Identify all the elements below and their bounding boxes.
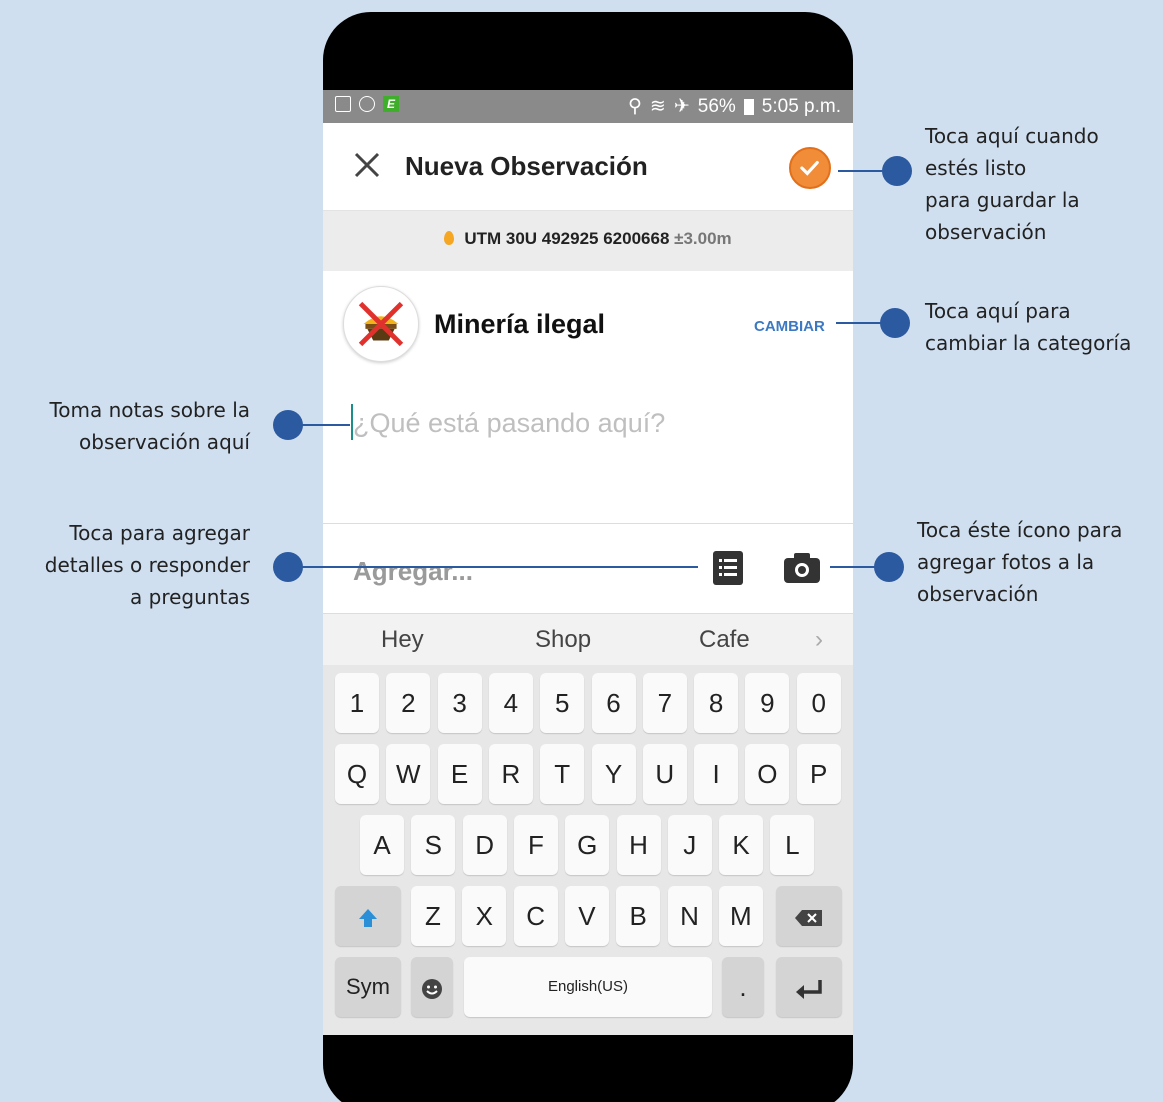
gallery-icon [335,96,351,112]
key-x[interactable]: X [462,886,507,946]
location-coords: UTM 30U 492925 6200668 [464,229,670,248]
key-m[interactable]: M [718,886,763,946]
location-status-icon: ⚲ [627,96,642,117]
key-i[interactable]: I [694,744,739,804]
backspace-key[interactable] [776,886,842,946]
location-accuracy: ±3.00m [674,229,732,248]
key-t[interactable]: T [540,744,585,804]
annotation-dot [880,308,910,338]
key-o[interactable]: O [745,744,790,804]
emoji-icon [422,979,442,1000]
keyboard: 1234567890 QWERTYUIOP ASDFGHJKL ZXCVBNM [323,665,853,1035]
notes-input[interactable]: ¿Qué está pasando aquí? [353,408,665,439]
key-l[interactable]: L [770,815,815,875]
annotation-dot [273,552,303,582]
space-key[interactable]: English(US) [464,957,712,1017]
location-bar: UTM 30U 492925 6200668 ±3.00m [323,211,853,271]
suggestion-2[interactable]: Shop [535,626,591,654]
camera-icon[interactable] [783,552,821,584]
category-name: Minería ilegal [434,309,606,339]
shift-key[interactable] [335,886,401,946]
status-bar: E ⚲ ≋ ✈ 56% 5:05 p.m. [323,90,853,123]
key-f[interactable]: F [513,815,558,875]
annotation-save: Toca aquí cuando estés listo para guarda… [925,124,1099,244]
keyboard-row-bottom: Sym English(US) . [323,957,853,1017]
key-0[interactable]: 0 [796,673,841,733]
key-d[interactable]: D [462,815,507,875]
details-list-icon[interactable] [713,551,743,585]
key-r[interactable]: R [488,744,533,804]
key-b[interactable]: B [616,886,661,946]
key-u[interactable]: U [642,744,687,804]
sync-icon [359,96,375,112]
check-icon [800,160,819,176]
key-1[interactable]: 1 [335,673,379,733]
key-8[interactable]: 8 [694,673,739,733]
app-bar: Nueva Observación [323,123,853,211]
change-category-button[interactable]: CAMBIAR [754,318,825,335]
key-a[interactable]: A [360,815,404,875]
key-7[interactable]: 7 [642,673,687,733]
app-e-icon: E [383,96,399,112]
phone-frame: E ⚲ ≋ ✈ 56% 5:05 p.m. Nueva Observación [323,12,853,1102]
annotation-notes: Toma notas sobre la observación aquí [49,398,250,454]
key-n[interactable]: N [667,886,712,946]
suggestion-1[interactable]: Hey [381,626,424,654]
add-details-row[interactable]: Agregar... [323,523,853,613]
emoji-key[interactable] [411,957,453,1017]
key-p[interactable]: P [796,744,841,804]
backspace-icon [795,910,822,927]
annotation-details: Toca para agregar detalles o responder a… [44,521,250,609]
annotation-photos: Toca éste ícono para agregar fotos a la … [917,518,1123,606]
page-title: Nueva Observación [405,151,648,181]
suggestion-bar: Hey Shop Cafe › [323,613,853,665]
key-2[interactable]: 2 [386,673,431,733]
keyboard-row-numbers: 1234567890 [323,673,853,733]
key-6[interactable]: 6 [591,673,636,733]
key-y[interactable]: Y [591,744,636,804]
shift-arrow-icon [359,909,377,928]
annotation-dot [874,552,904,582]
save-button[interactable] [789,147,831,189]
keyboard-row-asdf: ASDFGHJKL [323,815,853,875]
key-9[interactable]: 9 [745,673,790,733]
enter-key[interactable] [776,957,842,1017]
location-pin-icon [444,231,455,245]
keyboard-row-qwerty: QWERTYUIOP [323,744,853,804]
airplane-icon: ✈ [673,96,690,117]
key-3[interactable]: 3 [437,673,482,733]
app-screen: E ⚲ ≋ ✈ 56% 5:05 p.m. Nueva Observación [323,90,853,1035]
keyboard-row-zxcv: ZXCVBNM [323,886,853,946]
close-icon[interactable] [351,149,383,181]
key-z[interactable]: Z [411,886,455,946]
key-5[interactable]: 5 [540,673,585,733]
key-4[interactable]: 4 [488,673,533,733]
clock: 5:05 p.m. [761,95,841,117]
annotation-category: Toca aquí para cambiar la categoría [925,299,1132,355]
key-h[interactable]: H [616,815,661,875]
key-k[interactable]: K [719,815,764,875]
category-icon[interactable] [343,286,419,362]
wifi-icon: ≋ [649,96,666,117]
key-v[interactable]: V [564,886,609,946]
key-g[interactable]: G [565,815,610,875]
battery-percent: 56% [697,95,736,117]
enter-icon [796,980,822,1000]
annotation-dot [882,156,912,186]
key-c[interactable]: C [513,886,558,946]
annotation-connector [290,566,698,568]
sym-key[interactable]: Sym [335,957,401,1017]
chevron-right-icon[interactable]: › [815,626,823,654]
key-q[interactable]: Q [335,744,379,804]
key-s[interactable]: S [411,815,456,875]
annotation-dot [273,410,303,440]
mining-crossed-icon [358,301,404,347]
key-e[interactable]: E [437,744,482,804]
battery-icon [743,98,754,115]
key-w[interactable]: W [386,744,431,804]
add-details-label[interactable]: Agregar... [353,556,473,587]
key-j[interactable]: J [667,815,712,875]
suggestion-3[interactable]: Cafe [699,626,750,654]
period-key[interactable]: . [722,957,764,1017]
